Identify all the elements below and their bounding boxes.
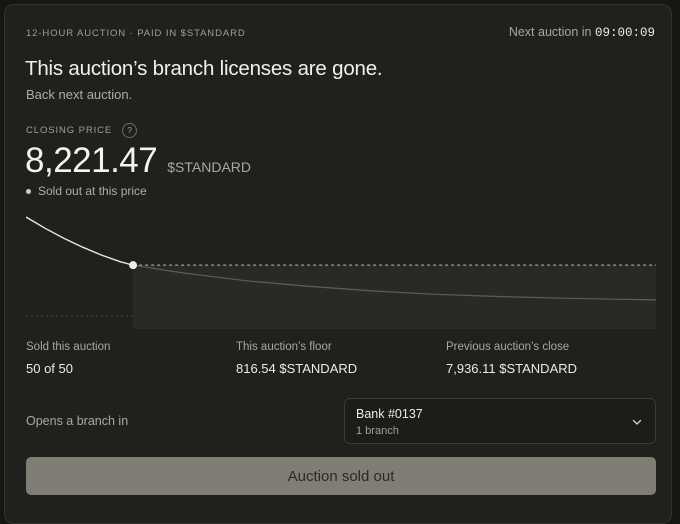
price-decay-chart [26, 216, 656, 329]
stat-label: Previous auction’s close [446, 341, 570, 353]
price-curve-elapsed [26, 216, 134, 266]
stat-floor: This auction’s floor 816.54 $STANDARD [236, 341, 446, 376]
auction-stats: Sold this auction 50 of 50 This auction’… [26, 341, 656, 376]
branch-select-label: Opens a branch in [26, 414, 129, 428]
stat-value: 7,936.11 $STANDARD [446, 361, 578, 376]
auction-sold-out-button[interactable]: Auction sold out [26, 457, 656, 495]
stat-sold: Sold this auction 50 of 50 [26, 341, 236, 376]
auction-type-label: 12-HOUR AUCTION · PAID IN $STANDARD [26, 28, 246, 39]
page-subtitle: Back next auction. [26, 87, 133, 102]
branch-select-count: 1 branch [356, 425, 399, 437]
sold-out-note: Sold out at this price [26, 184, 147, 198]
sold-out-note-text: Sold out at this price [38, 184, 147, 198]
branch-select-name: Bank #0137 [356, 407, 423, 421]
closing-price-label-text: CLOSING PRICE [26, 125, 113, 136]
stat-previous-close: Previous auction’s close 7,936.11 $STAND… [446, 341, 656, 376]
next-auction-countdown: Next auction in 09:00:09 [509, 25, 655, 40]
auction-card: 12-HOUR AUCTION · PAID IN $STANDARD Next… [4, 4, 672, 524]
chevron-down-icon [632, 419, 642, 425]
closing-price-marker [129, 261, 138, 270]
page-title: This auction’s branch licenses are gone. [25, 57, 383, 80]
sold-region [133, 265, 656, 329]
stat-value: 50 of 50 [26, 361, 73, 376]
help-icon[interactable]: ? [122, 123, 138, 138]
closing-price-currency: $STANDARD [167, 159, 252, 175]
stat-label: Sold this auction [26, 341, 111, 353]
stat-value: 816.54 $STANDARD [236, 361, 358, 376]
branch-select[interactable]: Bank #0137 1 branch [344, 398, 656, 444]
next-auction-label: Next auction in [508, 25, 592, 39]
closing-price-value: 8,221.47 [25, 141, 158, 180]
closing-price: 8,221.47 $STANDARD [25, 141, 251, 181]
closing-price-label: CLOSING PRICE ? [26, 123, 138, 138]
stat-label: This auction’s floor [236, 341, 332, 353]
status-dot-icon [26, 188, 31, 194]
next-auction-time: 09:00:09 [594, 26, 655, 40]
